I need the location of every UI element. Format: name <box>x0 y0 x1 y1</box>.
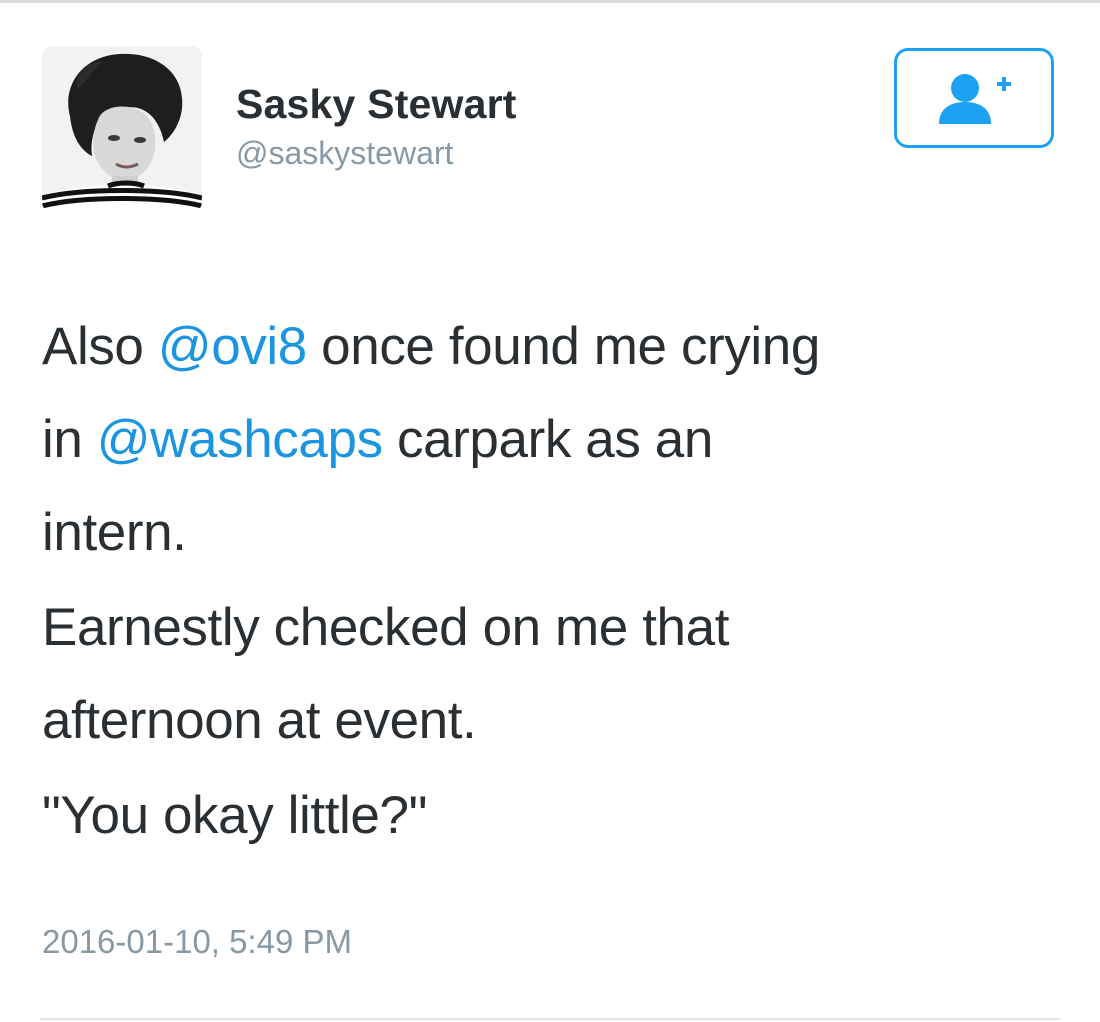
tweet-line: Earnestly checked on me that <box>42 581 1062 674</box>
tweet-text: Also @ovi8 once found me crying in @wash… <box>42 300 1062 862</box>
text-segment: once found me crying <box>306 317 820 376</box>
tweet-line: Also @ovi8 once found me crying <box>42 300 1062 393</box>
bottom-divider <box>40 1018 1060 1020</box>
screen-name[interactable]: @saskystewart <box>236 134 517 172</box>
text-segment: intern. <box>42 503 187 562</box>
follow-user-icon <box>939 74 1011 124</box>
mention-link-washcaps[interactable]: @washcaps <box>97 410 383 469</box>
tweet-line: intern. <box>42 486 1062 579</box>
text-segment: in <box>42 410 97 469</box>
avatar[interactable] <box>42 46 202 212</box>
avatar-photo-icon <box>42 46 202 212</box>
text-segment: afternoon at event. <box>42 691 477 750</box>
mention-link-ovi8[interactable]: @ovi8 <box>158 317 307 376</box>
user-info: Sasky Stewart @saskystewart <box>236 80 517 172</box>
tweet-card: Sasky Stewart @saskystewart Also @ovi8 o… <box>0 0 1100 1022</box>
display-name[interactable]: Sasky Stewart <box>236 80 517 128</box>
tweet-line: "You okay little?" <box>42 769 1062 862</box>
tweet-timestamp[interactable]: 2016-01-10, 5:49 PM <box>42 922 352 962</box>
text-segment: carpark as an <box>382 410 713 469</box>
text-segment: Also <box>42 317 158 376</box>
follow-button[interactable] <box>894 48 1054 148</box>
tweet-line: afternoon at event. <box>42 674 1062 767</box>
text-segment: Earnestly checked on me that <box>42 598 730 657</box>
tweet-line: in @washcaps carpark as an <box>42 393 1062 486</box>
text-segment: "You okay little?" <box>42 786 427 845</box>
